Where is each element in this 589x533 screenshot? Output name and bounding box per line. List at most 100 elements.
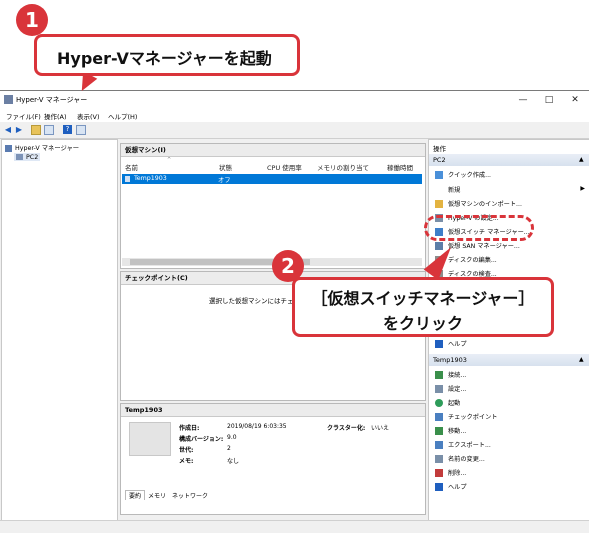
help-icon[interactable]: ? bbox=[63, 125, 72, 134]
action-move[interactable]: 移動... bbox=[435, 426, 466, 435]
action-start[interactable]: 起動 bbox=[435, 398, 460, 407]
action-settings-label: 設定... bbox=[448, 386, 467, 393]
action-checkpoint[interactable]: チェックポイント bbox=[435, 412, 498, 421]
hyperv-manager-icon bbox=[5, 144, 12, 152]
field-label-created: 作成日: bbox=[179, 425, 200, 432]
step-1-badge: 1 bbox=[16, 4, 48, 36]
import-icon bbox=[435, 200, 443, 208]
tab-summary[interactable]: 要約 bbox=[125, 490, 146, 500]
maximize-button[interactable]: □ bbox=[536, 91, 562, 109]
menu-file[interactable]: ファイル(F) bbox=[6, 111, 41, 121]
step-2-badge: 2 bbox=[272, 250, 304, 282]
tab-memory[interactable]: メモリ bbox=[145, 491, 169, 500]
table-row[interactable]: Temp1903 オフ bbox=[122, 174, 422, 184]
help-icon bbox=[435, 340, 443, 348]
details-panel-title: Temp1903 bbox=[121, 404, 425, 417]
action-help-vm-label: ヘルプ bbox=[448, 484, 467, 491]
tree-root[interactable]: Hyper-V マネージャー bbox=[5, 143, 79, 152]
field-value-notes: なし bbox=[227, 458, 240, 465]
action-rename-label: 名前の変更... bbox=[448, 456, 485, 463]
vm-panel-title: 仮想マシン(I) bbox=[121, 144, 425, 157]
app-icon bbox=[4, 95, 13, 104]
details-panel: Temp1903 作成日: 2019/08/19 6:03:35 構成バージョン… bbox=[120, 403, 426, 515]
vm-thumbnail bbox=[129, 422, 171, 456]
close-button[interactable]: ✕ bbox=[562, 91, 588, 109]
submenu-arrow-icon: ▶ bbox=[580, 185, 585, 192]
field-value-generation: 2 bbox=[227, 445, 231, 452]
actions-header: 操作 bbox=[433, 145, 446, 153]
window-title: Hyper-V マネージャー bbox=[16, 96, 88, 104]
export-icon bbox=[435, 441, 443, 449]
actions-group-pc2[interactable]: PC2 bbox=[429, 154, 589, 166]
start-icon bbox=[435, 399, 443, 407]
action-import-vm[interactable]: 仮想マシンのインポート... bbox=[435, 199, 522, 208]
tree-item-pc2[interactable]: PC2 bbox=[14, 153, 41, 161]
move-icon bbox=[435, 427, 443, 435]
properties-icon[interactable] bbox=[76, 125, 86, 135]
forward-arrow-icon[interactable]: ▶ bbox=[14, 125, 24, 135]
callout-2: ［仮想スイッチマネージャー］ をクリック bbox=[292, 277, 554, 337]
action-import-vm-label: 仮想マシンのインポート... bbox=[448, 201, 522, 208]
up-folder-icon[interactable] bbox=[31, 125, 41, 135]
navigation-tree: Hyper-V マネージャー PC2 bbox=[1, 139, 118, 521]
actions-group-temp1903[interactable]: Temp1903 bbox=[429, 354, 589, 366]
action-help-vm[interactable]: ヘルプ bbox=[435, 482, 467, 491]
console-tree-icon[interactable] bbox=[44, 125, 54, 135]
menu-help[interactable]: ヘルプ(H) bbox=[108, 111, 137, 121]
new-icon bbox=[435, 186, 443, 194]
sort-caret-icon: ^ bbox=[167, 157, 172, 163]
col-name[interactable]: 名前 bbox=[125, 162, 138, 172]
field-label-cluster: クラスター化: bbox=[327, 425, 366, 432]
action-edit-disk-label: ディスクの編集... bbox=[448, 257, 497, 264]
vm-state: オフ bbox=[218, 177, 231, 184]
tab-network[interactable]: ネットワーク bbox=[169, 491, 211, 500]
back-arrow-icon[interactable]: ◀ bbox=[3, 125, 13, 135]
col-state[interactable]: 状態 bbox=[219, 162, 232, 172]
vm-icon bbox=[125, 176, 130, 182]
checkpoint-message: 選択した仮想マシンにはチェ bbox=[209, 297, 294, 305]
status-bar bbox=[0, 520, 589, 533]
action-export-label: エクスポート... bbox=[448, 442, 491, 449]
minimize-button[interactable]: — bbox=[510, 91, 536, 109]
col-cpu[interactable]: CPU 使用率 bbox=[267, 162, 302, 172]
callout-1: Hyper-Vマネージャーを起動 bbox=[34, 34, 300, 76]
action-export[interactable]: エクスポート... bbox=[435, 440, 491, 449]
rename-icon bbox=[435, 455, 443, 463]
action-quick-create-label: クイック作成... bbox=[448, 172, 492, 179]
collapse-caret-icon[interactable]: ▲ bbox=[579, 356, 584, 363]
action-help-pc2[interactable]: ヘルプ bbox=[435, 339, 467, 348]
computer-icon bbox=[16, 154, 23, 160]
help-icon bbox=[435, 483, 443, 491]
connect-icon bbox=[435, 371, 443, 379]
callout-2-line1: ［仮想スイッチマネージャー］ bbox=[311, 289, 535, 308]
quick-create-icon bbox=[435, 171, 443, 179]
toolbar: ◀ ▶ ? bbox=[0, 122, 589, 139]
action-delete[interactable]: 削除... bbox=[435, 468, 466, 477]
col-uptime[interactable]: 稼働時間 bbox=[387, 162, 413, 172]
action-move-label: 移動... bbox=[448, 428, 467, 435]
action-rename[interactable]: 名前の変更... bbox=[435, 454, 485, 463]
action-quick-create[interactable]: クイック作成... bbox=[435, 170, 491, 179]
action-new-label: 新規 bbox=[448, 187, 461, 194]
action-delete-label: 削除... bbox=[448, 470, 467, 477]
settings-icon bbox=[435, 385, 443, 393]
field-value-version: 9.0 bbox=[227, 434, 237, 441]
collapse-caret-icon[interactable]: ▲ bbox=[579, 156, 584, 163]
field-value-created: 2019/08/19 6:03:35 bbox=[227, 423, 287, 430]
callout-1-text: Hyper-Vマネージャーを起動 bbox=[57, 49, 272, 68]
action-start-label: 起動 bbox=[448, 400, 461, 407]
field-label-notes: メモ: bbox=[179, 458, 194, 465]
menu-bar: ファイル(F) 操作(A) 表示(V) ヘルプ(H) bbox=[0, 109, 589, 122]
menu-action[interactable]: 操作(A) bbox=[44, 111, 67, 121]
tree-item-pc2-label: PC2 bbox=[26, 154, 39, 161]
col-memory[interactable]: メモリの割り当て bbox=[317, 162, 369, 172]
highlight-ring bbox=[424, 215, 534, 241]
field-label-version: 構成バージョン: bbox=[179, 436, 224, 443]
action-new[interactable]: 新規 bbox=[435, 185, 460, 194]
callout-2-line2: をクリック bbox=[382, 314, 463, 333]
action-help-pc2-label: ヘルプ bbox=[448, 341, 467, 348]
action-settings[interactable]: 設定... bbox=[435, 384, 466, 393]
menu-view[interactable]: 表示(V) bbox=[77, 111, 100, 121]
checkpoint-icon bbox=[435, 413, 443, 421]
action-connect[interactable]: 接続... bbox=[435, 370, 466, 379]
